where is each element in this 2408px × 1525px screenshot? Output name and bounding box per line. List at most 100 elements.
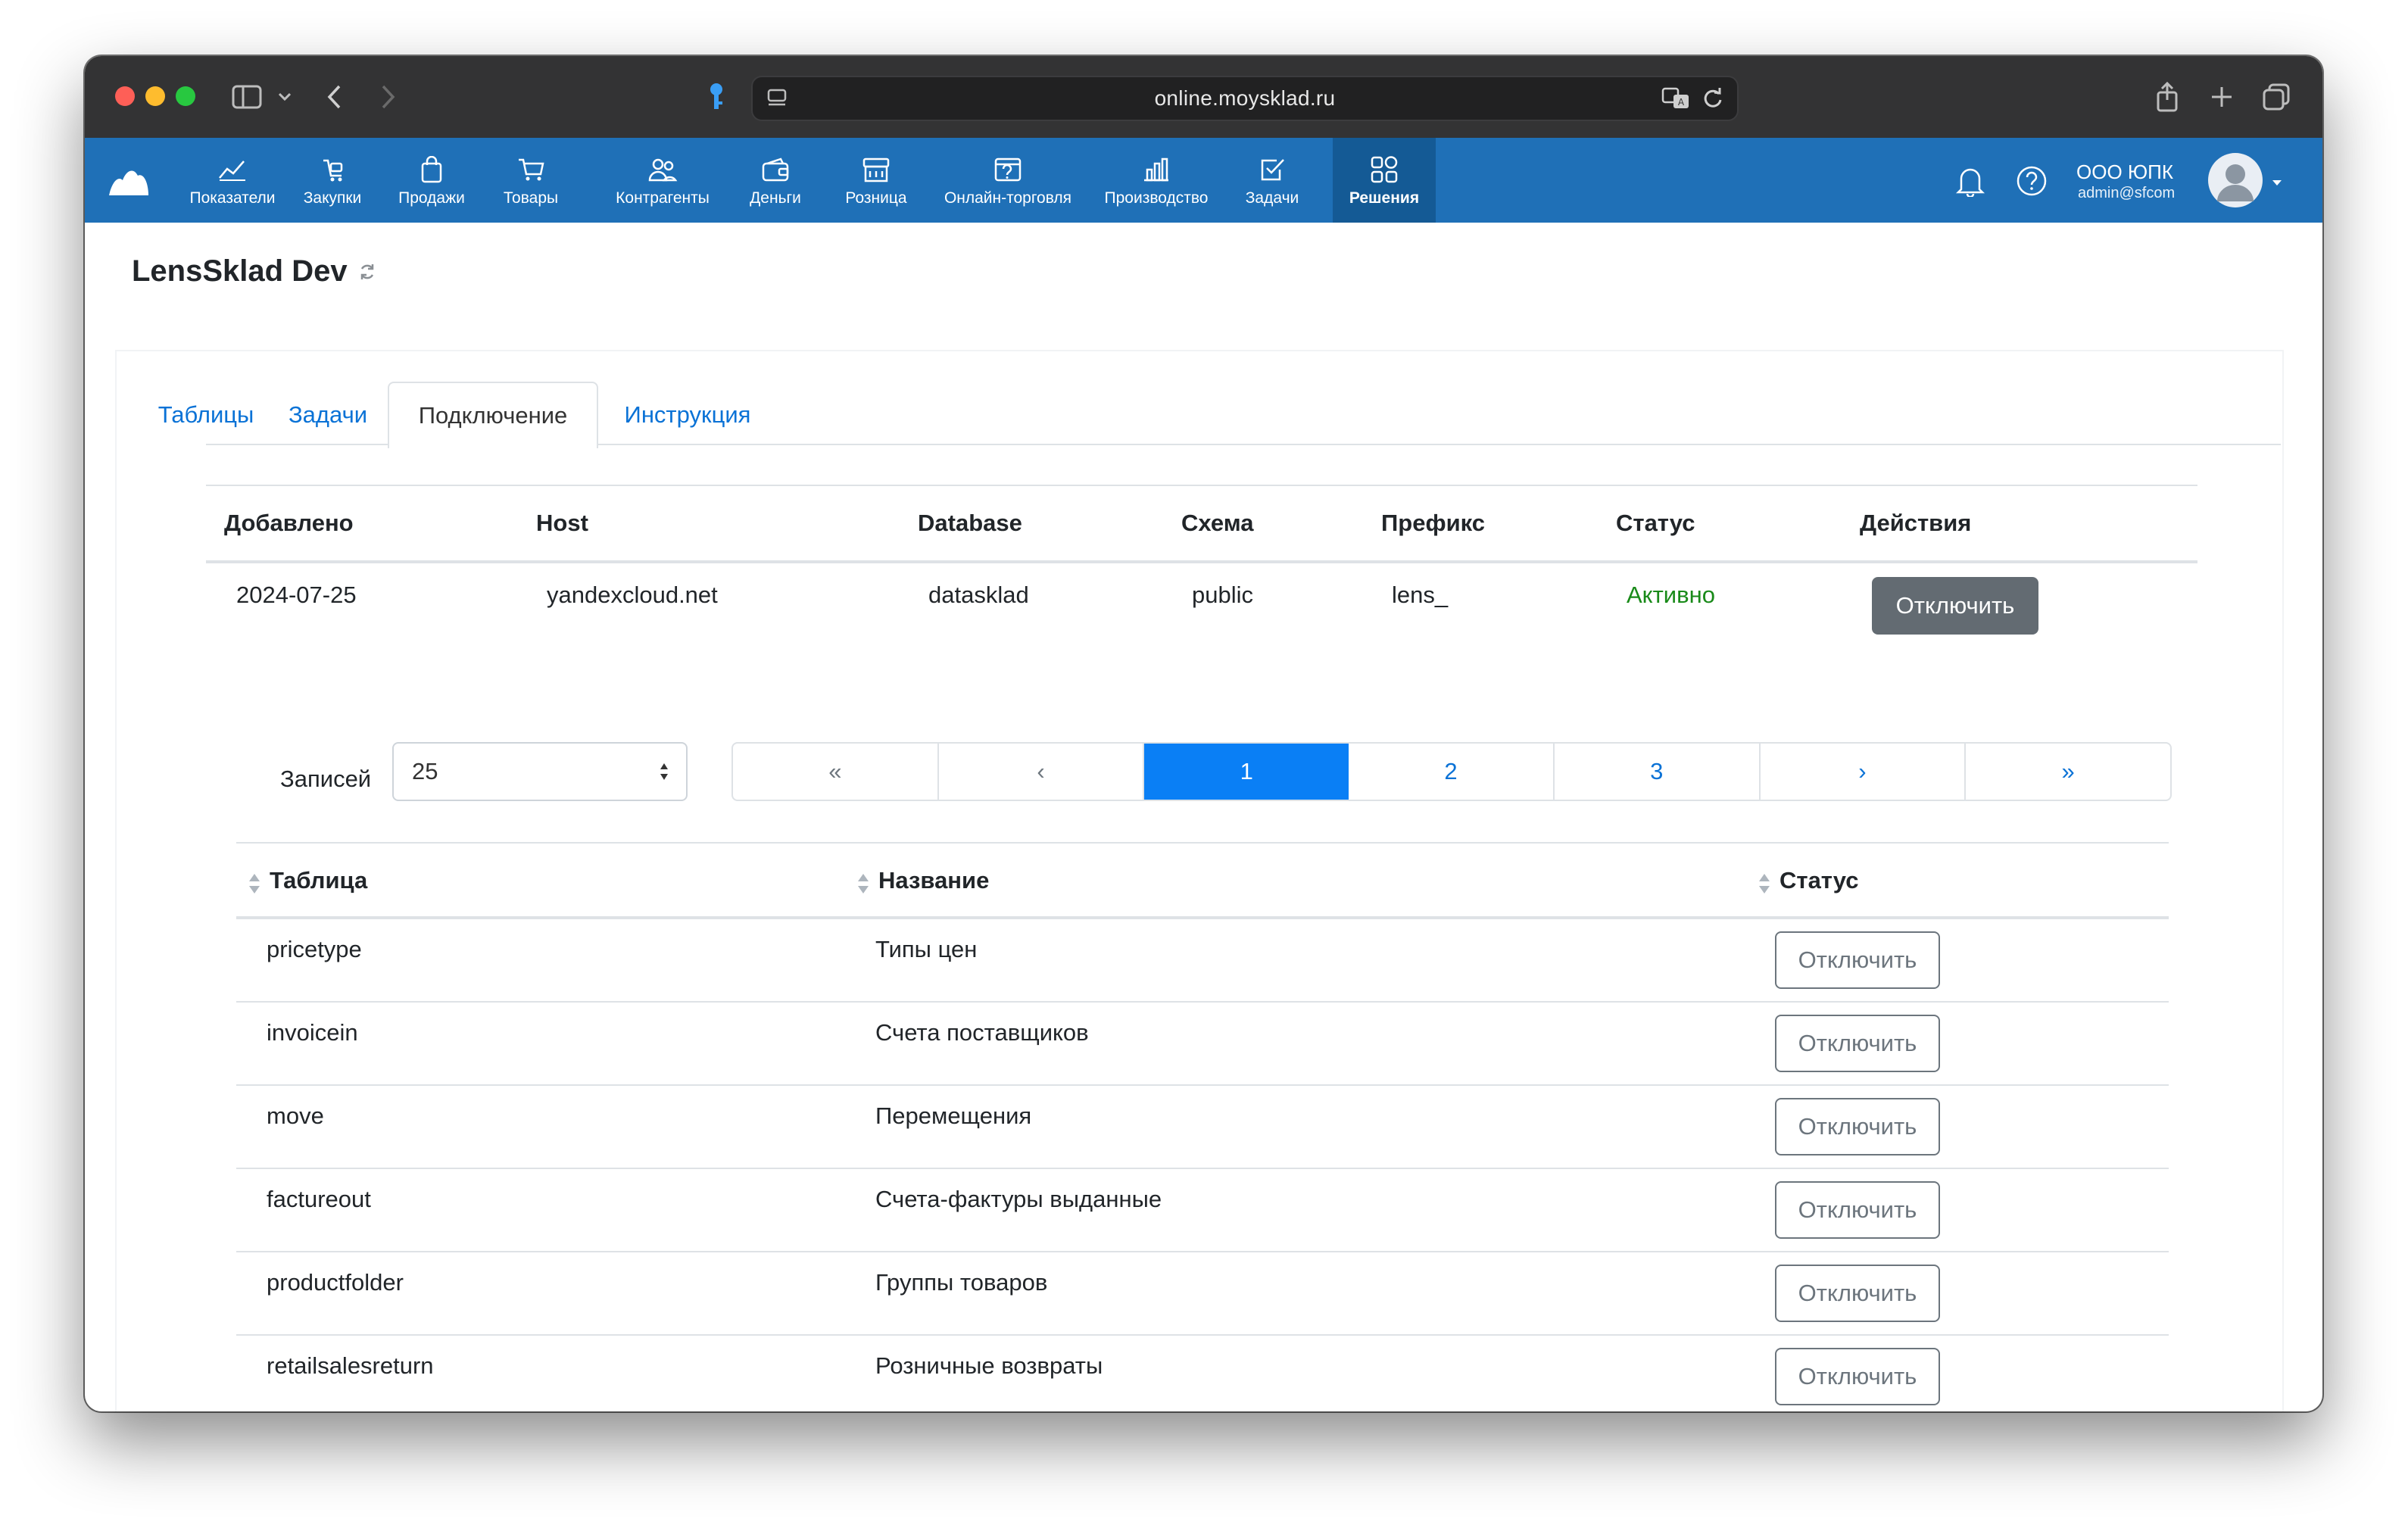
help-icon[interactable] — [2016, 165, 2048, 201]
bag-icon — [420, 153, 444, 186]
nav-label: Розница — [845, 189, 907, 207]
wallet-icon — [761, 153, 790, 186]
column-header-table[interactable]: Таблица — [270, 844, 367, 918]
sort-icon[interactable] — [1757, 872, 1772, 899]
page-3[interactable]: 3 — [1555, 744, 1761, 800]
purchase-icon — [319, 153, 346, 186]
records-per-page-value: 25 — [412, 758, 438, 784]
connection-added-date: 2024-07-25 — [236, 582, 357, 608]
nav-item-money[interactable]: Деньги — [738, 138, 813, 223]
apps-grid-icon — [1369, 153, 1399, 186]
sort-icon[interactable] — [856, 872, 871, 899]
reload-icon[interactable] — [1701, 86, 1725, 114]
nav-label: Онлайн-торговля — [944, 189, 1072, 207]
nav-item-tasks[interactable]: Задачи — [1236, 138, 1308, 223]
bell-icon[interactable] — [1955, 165, 1985, 201]
column-header-status: Статус — [1616, 510, 1695, 536]
table-name: Типы цен — [875, 936, 978, 962]
sidebar-toggle-icon[interactable] — [229, 79, 265, 115]
connection-prefix: lens_ — [1392, 582, 1449, 608]
nav-item-dashboard[interactable]: Показатели — [183, 138, 282, 223]
disconnect-button[interactable]: Отключить — [1775, 1015, 1940, 1072]
connection-host: yandexcloud.net — [547, 582, 718, 608]
select-arrows-icon — [659, 762, 669, 785]
table-row: invoicein Счета поставщиков Отключить — [236, 1003, 2169, 1086]
close-window-button[interactable] — [115, 86, 135, 106]
nav-item-retail[interactable]: Розница — [834, 138, 918, 223]
svg-text:A: A — [1678, 97, 1685, 108]
table-name: Перемещения — [875, 1102, 1032, 1129]
forward-icon[interactable] — [370, 79, 406, 115]
url-text: online.moysklad.ru — [1154, 86, 1336, 110]
table-code: invoicein — [267, 1019, 358, 1046]
column-header-name[interactable]: Название — [878, 844, 989, 918]
column-header-prefix: Префикс — [1381, 510, 1485, 536]
refresh-icon[interactable] — [357, 262, 377, 285]
nav-label: Деньги — [750, 189, 801, 207]
nav-label: Продажи — [398, 189, 465, 207]
page-first[interactable]: « — [733, 744, 939, 800]
nav-item-sales[interactable]: Продажи — [388, 138, 476, 223]
password-key-icon[interactable] — [698, 79, 735, 115]
store-icon — [861, 153, 891, 186]
column-header-host: Host — [536, 510, 588, 536]
disconnect-button[interactable]: Отключить — [1775, 1181, 1940, 1239]
app-navbar: Показатели Закупки Продажи Товары Контра… — [85, 138, 2322, 223]
page-prev[interactable]: ‹ — [939, 744, 1145, 800]
zoom-window-button[interactable] — [176, 86, 195, 106]
address-bar[interactable]: online.moysklad.ru A — [751, 76, 1739, 121]
page-next[interactable]: › — [1761, 744, 1967, 800]
nav-item-counterparties[interactable]: Контрагенты — [606, 138, 719, 223]
caret-down-icon[interactable] — [2272, 177, 2282, 191]
page-1[interactable]: 1 — [1144, 744, 1349, 800]
nav-item-solutions[interactable]: Решения — [1333, 138, 1436, 223]
connection-status: Активно — [1627, 582, 1715, 608]
disconnect-button[interactable]: Отключить — [1775, 1348, 1940, 1405]
people-icon — [647, 153, 678, 186]
browser-window: online.moysklad.ru A Показатели Закупки … — [85, 56, 2322, 1411]
company-name[interactable]: ООО ЮПК — [2076, 161, 2173, 184]
table-row: retailsalesreturn Розничные возвраты Отк… — [236, 1336, 2169, 1411]
tab-overview-icon[interactable] — [2258, 79, 2294, 115]
nav-item-online-trade[interactable]: Онлайн-торговля — [936, 138, 1080, 223]
back-icon[interactable] — [317, 79, 353, 115]
disconnect-button[interactable]: Отключить — [1775, 1265, 1940, 1322]
tab-connection[interactable]: Подключение — [388, 382, 598, 448]
table-code: pricetype — [267, 936, 362, 962]
nav-label: Показатели — [189, 189, 276, 207]
avatar[interactable] — [2207, 151, 2264, 213]
disconnect-button[interactable]: Отключить — [1775, 1098, 1940, 1155]
table-name: Счета-фактуры выданные — [875, 1186, 1162, 1212]
tab-instructions[interactable]: Инструкция — [604, 382, 771, 448]
factory-icon — [1142, 153, 1171, 186]
page-last[interactable]: » — [1966, 744, 2170, 800]
online-store-icon — [993, 153, 1023, 186]
share-icon[interactable] — [2149, 79, 2185, 115]
disconnect-connection-button[interactable]: Отключить — [1872, 577, 2038, 635]
nav-label: Производство — [1104, 189, 1209, 207]
records-per-page-select[interactable]: 25 — [392, 742, 688, 801]
tabs-bar: Таблицы Задачи Подключение Инструкция — [115, 382, 2281, 472]
tab-tasks[interactable]: Задачи — [279, 382, 377, 448]
column-header-status[interactable]: Статус — [1779, 844, 1858, 918]
user-email[interactable]: admin@sfcom — [2078, 185, 2175, 202]
nav-item-products[interactable]: Товары — [489, 138, 572, 223]
table-name: Счета поставщиков — [875, 1019, 1089, 1046]
column-header-database: Database — [918, 510, 1022, 536]
pagination: « ‹ 1 2 3 › » — [731, 742, 2172, 801]
column-header-actions: Действия — [1860, 510, 1972, 536]
nav-item-production[interactable]: Производство — [1092, 138, 1221, 223]
chevron-down-icon[interactable] — [267, 79, 303, 115]
nav-item-purchases[interactable]: Закупки — [291, 138, 374, 223]
table-code: move — [267, 1102, 324, 1129]
tab-tables[interactable]: Таблицы — [145, 382, 267, 448]
sort-icon[interactable] — [247, 872, 262, 899]
minimize-window-button[interactable] — [145, 86, 165, 106]
checkbox-icon — [1259, 153, 1286, 186]
translate-icon[interactable]: A — [1661, 86, 1692, 114]
disconnect-button[interactable]: Отключить — [1775, 931, 1940, 989]
moysklad-logo[interactable] — [108, 165, 150, 201]
new-tab-icon[interactable] — [2204, 79, 2240, 115]
browser-toolbar: online.moysklad.ru A — [85, 56, 2322, 139]
page-2[interactable]: 2 — [1349, 744, 1555, 800]
